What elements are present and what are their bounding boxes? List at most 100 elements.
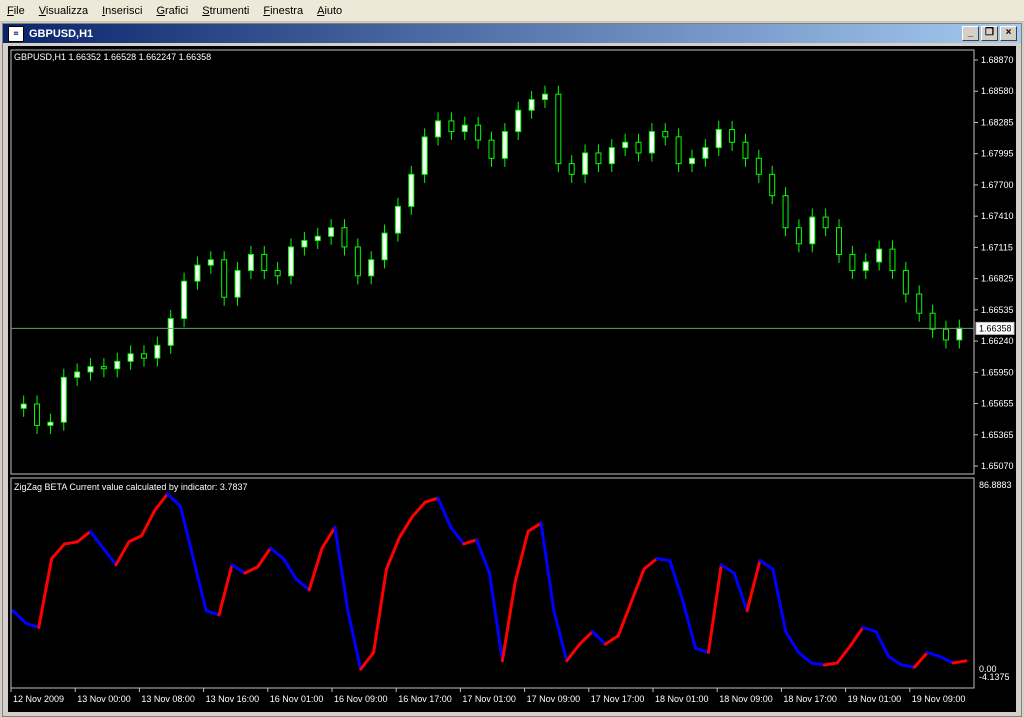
candle-body [154,344,161,359]
candle-body [822,216,829,229]
main-panel-header: GBPUSD,H1 1.66352 1.66528 1.662247 1.663… [14,52,211,62]
candle-body [34,403,41,426]
candle-body [595,152,602,165]
indicator-segment [269,546,285,561]
indicator-segment [88,529,105,550]
menu-strumenti[interactable]: Strumenti [195,1,256,21]
candle-body [488,139,495,159]
indicator-segment [449,525,466,546]
menu-inserisci[interactable]: Inserisci [95,1,149,21]
indicator-segment [809,661,826,667]
indicator-segment [37,557,54,629]
indicator-segment [191,557,208,613]
candle-body [836,227,843,255]
menu-finestra[interactable]: Finestra [256,1,310,21]
candle-body [541,93,548,101]
chart-area[interactable]: GBPUSD,H1 1.66352 1.66528 1.662247 1.663… [8,46,1016,712]
indicator-segment [771,567,788,634]
chart-svg[interactable]: GBPUSD,H1 1.66352 1.66528 1.662247 1.663… [8,46,1016,712]
price-axis-label: 1.65070 [981,461,1014,471]
candle-body [942,328,949,341]
candle-body [515,109,522,133]
indicator-segment [166,492,182,508]
minimize-icon[interactable]: _ [962,26,979,41]
time-axis-label: 16 Nov 09:00 [334,694,388,704]
menu-visualizza[interactable]: Visualizza [32,1,95,21]
price-axis-label: 1.67115 [981,242,1013,252]
indicator-segment [835,644,852,665]
indicator-segment [603,634,620,646]
candle-body [688,157,695,165]
time-axis-label: 19 Nov 01:00 [848,694,902,704]
menu-grafici[interactable]: Grafici [149,1,195,21]
candle-body [582,152,589,175]
time-axis-label: 18 Nov 09:00 [719,694,773,704]
candle-body [795,227,802,245]
candle-body [247,253,254,271]
price-axis-label: 1.68580 [981,86,1014,96]
indicator-segment [384,536,401,571]
candle-body [381,232,388,261]
indicator-segment [526,521,543,533]
menu-file[interactable]: File [0,1,32,21]
candle-body [475,124,482,141]
indicator-segment [281,557,298,581]
indicator-segment [217,563,234,617]
indicator-segment [436,496,453,529]
candle-body [448,120,455,133]
time-axis-label: 18 Nov 17:00 [783,694,837,704]
indicator-segment [797,650,813,665]
candle-body [288,246,295,277]
indicator-segment [178,504,195,561]
candle-body [809,216,816,245]
candle-body [47,421,54,426]
indicator-segment [745,559,762,613]
indicator-segment [359,650,376,671]
indicator-segment [410,500,427,519]
indicator-segment [372,567,388,654]
candle-body [916,293,923,314]
indicator-segment [307,546,324,592]
indicator-segment [153,492,170,513]
indicator-segment [243,565,260,575]
price-axis-label: 1.65655 [981,399,1014,409]
candle-body [60,376,67,423]
close-icon[interactable]: × [1000,26,1017,41]
current-price-label: 1.66358 [979,323,1012,333]
candle-body [782,195,789,229]
candle-body [140,353,147,359]
time-axis-label: 13 Nov 16:00 [206,694,260,704]
candle-body [421,136,428,175]
candle-body [221,259,228,298]
menu-aiuto[interactable]: Aiuto [310,1,349,21]
indicator-segment [629,567,646,604]
indicator-segment [681,598,698,650]
price-axis-label: 1.68870 [981,55,1014,65]
time-axis-label: 13 Nov 00:00 [77,694,131,704]
indicator-segment [578,630,595,646]
candle-body [568,163,575,175]
candle-body [635,141,642,154]
candle-body [715,128,722,149]
restore-icon[interactable]: ❐ [981,26,998,41]
indicator-segment [591,630,607,646]
window-title-bar[interactable]: ⌗ GBPUSD,H1 _ ❐ × [3,24,1021,43]
candle-body [729,128,736,143]
candle-body [234,269,241,298]
time-axis-label: 13 Nov 08:00 [141,694,195,704]
indicator-segment [230,563,247,575]
indicator-axis-value: -4.1375 [979,672,1010,682]
candle-body [742,141,749,159]
price-axis-label: 1.67995 [981,149,1014,159]
indicator-segment [732,571,749,613]
indicator-segment [114,540,131,567]
candle-body [354,246,361,277]
indicator-segment [900,663,916,669]
window-title: GBPUSD,H1 [29,27,94,40]
indicator-segment [333,525,350,613]
candle-body [301,240,308,248]
indicator-segment [11,609,28,625]
indicator-segment [75,529,92,544]
indicator-segment [848,625,865,648]
indicator-segment [784,630,801,654]
